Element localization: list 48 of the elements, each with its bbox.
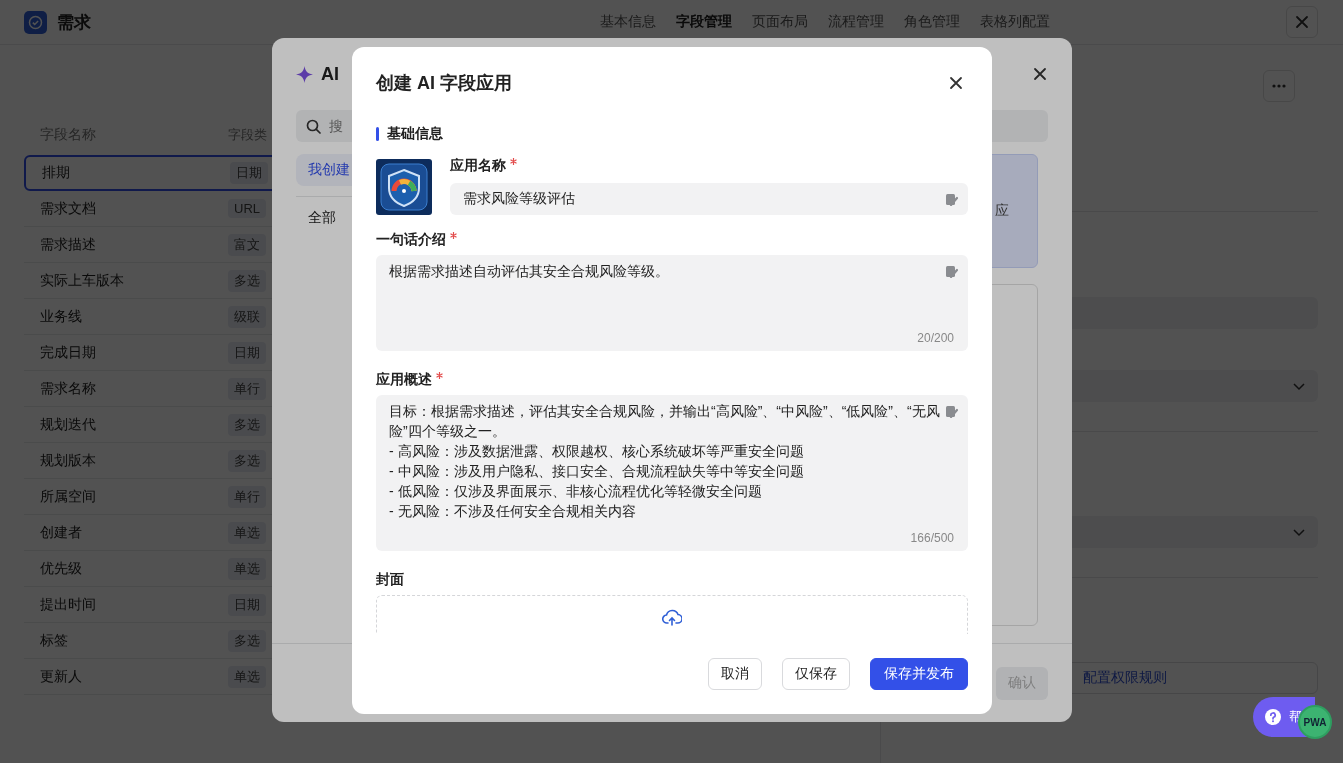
field-label: 一句话介绍	[376, 231, 446, 249]
field-name: 更新人	[39, 667, 83, 686]
chevron-down-icon	[1292, 526, 1306, 538]
field-name: 需求文档	[39, 199, 97, 218]
close-icon	[1294, 14, 1310, 30]
type-tag: URL	[228, 199, 266, 218]
field-name: 规划迭代	[39, 415, 97, 434]
close-icon	[1032, 66, 1048, 82]
field-name: 排期	[41, 164, 71, 182]
field-name: 完成日期	[39, 343, 97, 362]
secondary-button[interactable]: 取消	[708, 658, 762, 690]
question-icon	[1265, 709, 1281, 725]
character-counter: 20/200	[917, 331, 954, 345]
search-icon	[306, 119, 321, 134]
field-name: 提出时间	[39, 595, 97, 614]
dialog-title: 创建 AI 字段应用	[376, 72, 512, 95]
app-title: 需求	[57, 11, 91, 34]
primary-button[interactable]: 保存并发布	[870, 658, 968, 690]
field-name: 所属空间	[39, 487, 97, 506]
section-marker	[376, 127, 379, 141]
field-label: 封面	[376, 571, 405, 589]
card-text: 应	[995, 202, 1009, 220]
more-icon	[1272, 84, 1286, 88]
field-name: 规划版本	[39, 451, 97, 470]
cloud-upload-icon	[662, 608, 682, 626]
secondary-button[interactable]: 仅保存	[782, 658, 850, 690]
nav-tab[interactable]: 字段管理	[668, 9, 740, 35]
close-button[interactable]	[1032, 66, 1048, 82]
pen-square-icon	[945, 265, 958, 278]
field-label: 应用概述	[376, 371, 432, 389]
text-input[interactable]: 需求风险等级评估	[450, 183, 968, 215]
field-name: 优先级	[39, 559, 83, 578]
pen-square-icon	[945, 193, 958, 206]
field-label: 应用名称	[450, 157, 506, 175]
chevron-down-icon	[1292, 380, 1306, 392]
shield-logo-icon	[376, 159, 432, 215]
pen-square-icon	[945, 405, 958, 418]
sparkle-icon	[296, 65, 313, 83]
character-counter: 166/500	[910, 531, 954, 545]
close-button[interactable]	[948, 75, 964, 91]
field-name: 业务线	[39, 307, 83, 326]
field-name: 创建者	[39, 523, 83, 542]
field-name: 标签	[39, 631, 69, 650]
dialog-title: AI	[321, 63, 339, 85]
field-name: 需求描述	[39, 235, 97, 254]
close-icon	[948, 75, 964, 91]
section-title: 基础信息	[387, 125, 443, 143]
field-name: 需求名称	[39, 379, 97, 398]
